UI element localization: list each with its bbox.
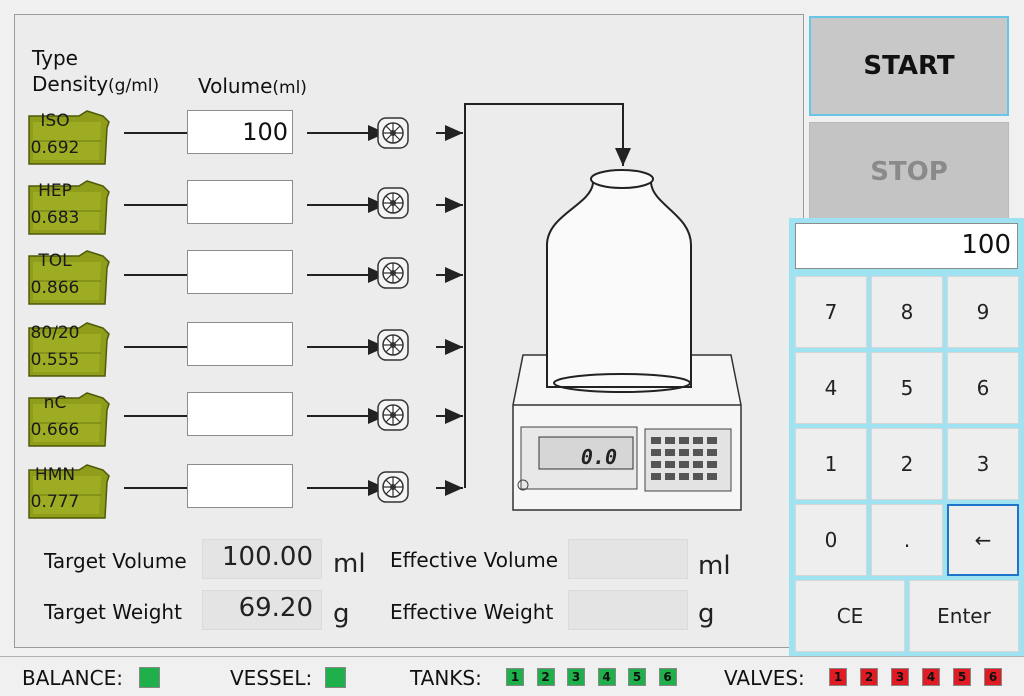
tank-name: TOL: [38, 251, 72, 271]
pump-icon: [376, 470, 410, 504]
key-5[interactable]: 5: [871, 352, 943, 424]
volume-input-3[interactable]: [187, 322, 293, 366]
tank-density: 0.555: [30, 350, 80, 370]
target-volume-unit: ml: [333, 549, 366, 579]
target-weight-unit: g: [333, 599, 350, 629]
clear-entry-button[interactable]: CE: [795, 580, 905, 652]
density-unit: (g/ml): [108, 76, 160, 96]
effective-weight-unit: g: [698, 599, 715, 629]
balance-indicator: [139, 667, 160, 688]
pump-icon: [376, 328, 410, 362]
tank-0: ISO 0.692: [17, 108, 110, 166]
start-button[interactable]: START: [809, 16, 1009, 116]
stop-button[interactable]: STOP: [809, 122, 1009, 222]
pump-icon: [376, 256, 410, 290]
tank-density: 0.666: [30, 420, 80, 440]
pump-icon: [376, 186, 410, 220]
pump-icon: [376, 116, 410, 150]
density-header: Density(g/ml): [32, 72, 159, 96]
tank-led-5: 5: [628, 668, 646, 686]
valve-led-1: 1: [829, 668, 847, 686]
target-weight-label: Target Weight: [44, 600, 182, 624]
effective-volume-value: [568, 539, 688, 579]
tank-density: 0.866: [30, 278, 80, 298]
key-1[interactable]: 1: [795, 428, 867, 500]
key-6[interactable]: 6: [947, 352, 1019, 424]
volume-input-0[interactable]: [187, 110, 293, 154]
effective-weight-label: Effective Weight: [390, 600, 554, 624]
tank-name: ISO: [40, 111, 70, 131]
pump-icon: [376, 398, 410, 432]
volume-header: Volume(ml): [198, 74, 307, 98]
tank-led-1: 1: [506, 668, 524, 686]
valve-led-2: 2: [860, 668, 878, 686]
tank-density: 0.683: [30, 208, 80, 228]
tank-name: nC: [43, 393, 67, 413]
key-8[interactable]: 8: [871, 276, 943, 348]
scale-readout: 0.0: [581, 445, 617, 469]
valves-label: VALVES:: [724, 666, 805, 690]
key-0[interactable]: 0: [795, 504, 867, 576]
vessel-indicator: [325, 667, 346, 688]
tank-5: HMN 0.777: [17, 462, 110, 520]
key-3[interactable]: 3: [947, 428, 1019, 500]
tank-led-3: 3: [567, 668, 585, 686]
volume-input-2[interactable]: [187, 250, 293, 294]
key-7[interactable]: 7: [795, 276, 867, 348]
type-header: Type: [32, 46, 78, 70]
tank-led-6: 6: [658, 668, 677, 686]
keypad-display[interactable]: 100: [795, 223, 1018, 269]
scale-with-vessel-image: 0.0: [512, 169, 742, 511]
target-volume-value: 100.00: [202, 539, 322, 579]
tank-3: 80/20 0.555: [17, 320, 110, 378]
valve-led-4: 4: [922, 668, 940, 686]
balance-label: BALANCE:: [22, 666, 123, 690]
volume-label: Volume: [198, 74, 273, 98]
tank-name: HEP: [38, 181, 72, 201]
valve-led-5: 5: [953, 668, 971, 686]
tank-density: 0.777: [30, 492, 80, 512]
volume-input-5[interactable]: [187, 464, 293, 508]
tank-led-2: 2: [536, 668, 555, 686]
volume-input-1[interactable]: [187, 180, 293, 224]
volume-unit: (ml): [272, 78, 307, 98]
target-weight-value: 69.20: [202, 590, 322, 630]
vessel-label: VESSEL:: [230, 666, 313, 690]
key-9[interactable]: 9: [947, 276, 1019, 348]
density-label: Density: [32, 72, 109, 96]
decimal-key[interactable]: .: [871, 504, 943, 576]
enter-button[interactable]: Enter: [909, 580, 1019, 652]
tank-density: 0.692: [30, 138, 80, 158]
tank-1: HEP 0.683: [17, 178, 110, 236]
effective-volume-unit: ml: [698, 551, 731, 581]
tanks-label: TANKS:: [410, 666, 482, 690]
tank-name: 80/20: [30, 323, 80, 343]
effective-volume-label: Effective Volume: [390, 548, 558, 572]
numeric-keypad: 100 7 8 9 4 5 6 1 2 3 0. ← CE Enter: [789, 218, 1024, 656]
key-2[interactable]: 2: [871, 428, 943, 500]
volume-input-4[interactable]: [187, 392, 293, 436]
status-bar: BALANCE: VESSEL: TANKS: 123456 VALVES: 1…: [0, 656, 1024, 696]
tank-2: TOL 0.866: [17, 248, 110, 306]
key-4[interactable]: 4: [795, 352, 867, 424]
backspace-key[interactable]: ←: [947, 504, 1019, 576]
tank-name: HMN: [34, 465, 76, 485]
effective-weight-value: [568, 590, 688, 630]
tank-led-4: 4: [597, 668, 616, 686]
valve-led-6: 6: [984, 668, 1002, 686]
target-volume-label: Target Volume: [44, 549, 187, 573]
tank-4: nC 0.666: [17, 390, 110, 448]
valve-led-3: 3: [891, 668, 909, 686]
